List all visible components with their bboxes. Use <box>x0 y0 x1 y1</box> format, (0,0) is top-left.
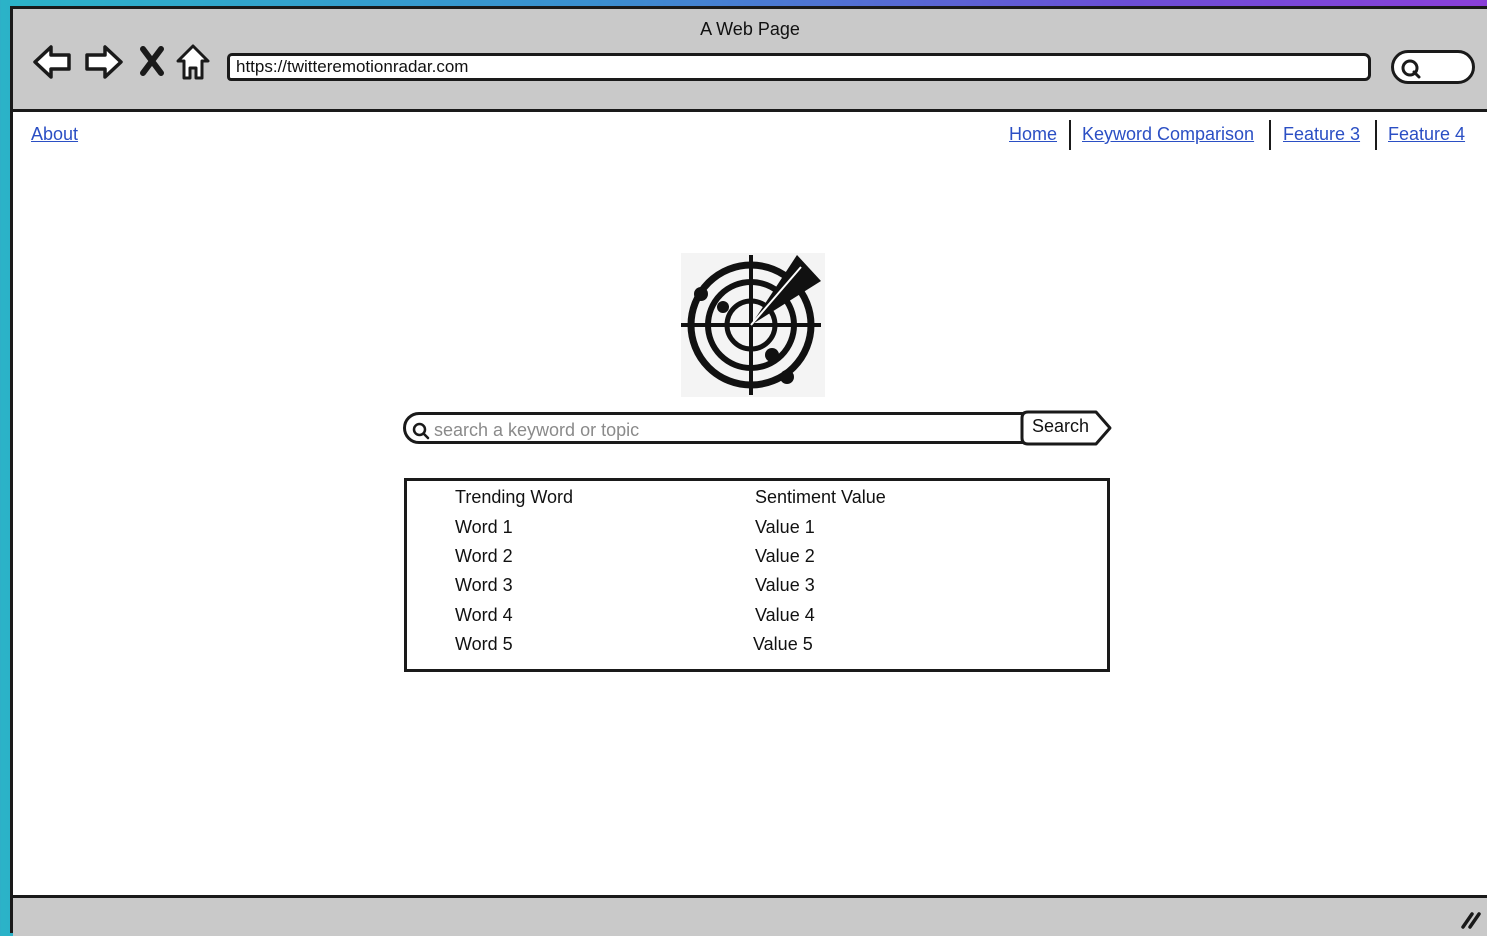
browser-search-button[interactable] <box>1391 50 1475 84</box>
nav-separator <box>1375 120 1377 150</box>
close-icon[interactable] <box>139 45 165 77</box>
radar-icon <box>681 253 825 397</box>
search-input[interactable] <box>432 417 1016 443</box>
url-bar[interactable]: https://twitteremotionradar.com <box>227 53 1371 81</box>
table-cell-word: Word 2 <box>455 546 513 566</box>
table-cell-word: Word 3 <box>455 575 513 595</box>
nav-link-keyword-comparison[interactable]: Keyword Comparison <box>1082 124 1254 145</box>
nav-link-feature-3[interactable]: Feature 3 <box>1283 124 1360 145</box>
forward-arrow-icon[interactable] <box>83 42 125 82</box>
home-icon[interactable] <box>175 42 211 82</box>
search-field[interactable] <box>403 412 1028 444</box>
back-arrow-icon[interactable] <box>31 42 73 82</box>
table-header: Sentiment Value <box>755 487 886 507</box>
table-cell-value: Value 2 <box>755 546 815 566</box>
window-title: A Web Page <box>700 19 800 39</box>
status-bar <box>13 895 1487 936</box>
resize-grip-icon[interactable] <box>1459 910 1483 930</box>
nav-separator <box>1069 120 1071 150</box>
table-cell-value: Value 4 <box>755 605 815 625</box>
search-button[interactable]: Search <box>1020 410 1112 446</box>
search-icon <box>412 422 430 440</box>
nav-link-home[interactable]: Home <box>1009 124 1057 145</box>
table-header: Trending Word <box>455 487 574 507</box>
table-cell-word: Word 5 <box>455 634 513 654</box>
nav-link-about[interactable]: About <box>31 124 78 145</box>
trending-table: Trending Word Sentiment Value Word 1 Val… <box>404 478 1110 672</box>
table-cell-value: Value 5 <box>753 634 813 654</box>
search-icon <box>1401 59 1421 79</box>
table-cell-word: Word 4 <box>455 605 513 625</box>
table-cell-value: Value 1 <box>755 517 815 537</box>
browser-window: A Web Page https://twitteremotionradar.c… <box>10 6 1487 936</box>
nav-link-feature-4[interactable]: Feature 4 <box>1388 124 1465 145</box>
keyword-search: Search <box>403 410 1112 446</box>
search-button-label: Search <box>1032 416 1090 436</box>
table-cell-value: Value 3 <box>755 575 815 595</box>
table-cell-word: Word 1 <box>455 517 513 537</box>
nav-separator <box>1269 120 1271 150</box>
browser-chrome: A Web Page https://twitteremotionradar.c… <box>13 9 1487 112</box>
